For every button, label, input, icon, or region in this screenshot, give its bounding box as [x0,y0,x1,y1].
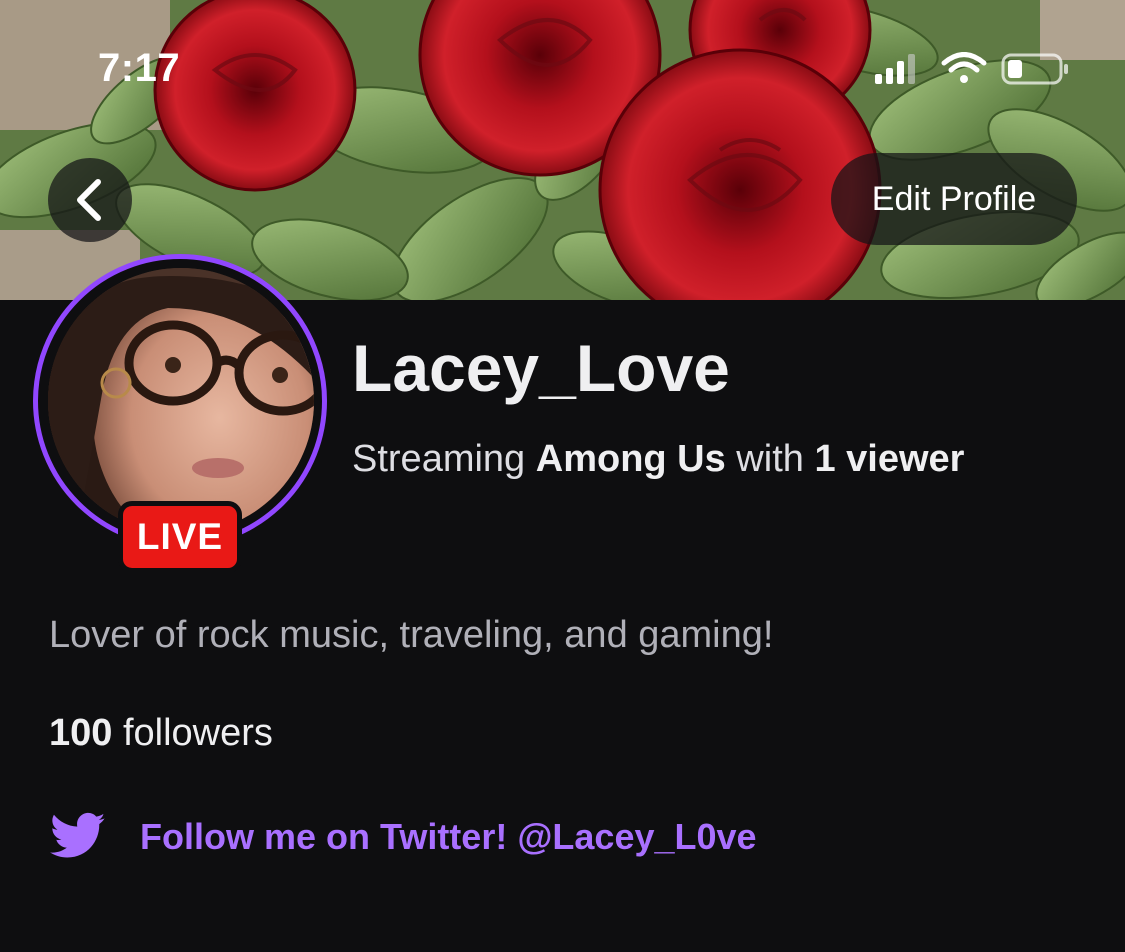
followers-label: followers [112,712,273,754]
battery-icon [1001,53,1068,85]
avatar-image [48,268,314,534]
edit-profile-button[interactable]: Edit Profile [831,153,1077,245]
chevron-left-icon [77,179,101,221]
wifi-icon [941,52,987,83]
username: Lacey_Love [352,331,730,405]
twitter-link[interactable]: Follow me on Twitter! @Lacey_L0ve [140,816,757,858]
back-button[interactable] [48,158,132,242]
cellular-signal-icon [875,54,915,84]
game-name[interactable]: Among Us [536,438,726,480]
avatar[interactable] [48,268,314,534]
status-icons [875,52,1075,86]
followers-count: 100 followers [49,712,273,755]
streaming-prefix: Streaming [352,438,536,480]
twitter-icon[interactable] [50,812,106,860]
streaming-middle: with [725,438,815,480]
followers-number: 100 [49,712,113,754]
streaming-status: Streaming Among Us with 1 viewer [352,438,964,481]
live-badge: LIVE [118,501,242,573]
viewer-count: 1 viewer [814,438,965,480]
status-time: 7:17 [98,46,181,90]
profile-bio: Lover of rock music, traveling, and gami… [49,614,774,656]
